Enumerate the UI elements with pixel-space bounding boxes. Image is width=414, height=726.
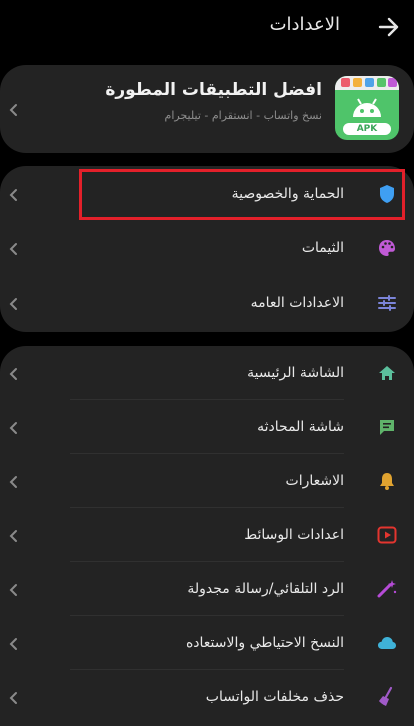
features-item-label: النسخ الاحتياطي والاستعاده [185,635,344,651]
palette-icon [376,237,398,259]
features-item-auto-reply[interactable]: الرد التلقائي/رسالة مجدولة [0,562,414,616]
chevron-left-icon [8,582,18,596]
home-icon [376,362,398,384]
features-item-cleanup[interactable]: حذف مخلفات الواتساب [0,670,414,724]
play-icon [376,524,398,546]
features-item-label: اعدادات الوسائط [244,527,344,543]
chat-icon [376,416,398,438]
app-name: افضل التطبيقات المطورة [105,80,322,100]
cloud-icon [376,632,398,654]
magic-wand-icon [376,578,398,600]
settings-item-themes[interactable]: الثيمات [0,221,414,275]
page-title: الاعدادات [269,14,340,35]
settings-item-label: الثيمات [301,240,344,256]
chevron-left-icon [8,690,18,704]
features-item-notifications[interactable]: الاشعارات [0,454,414,508]
app-profile-card[interactable]: APK افضل التطبيقات المطورة نسخ واتساب - … [0,65,414,153]
chevron-left-icon [8,296,18,310]
features-item-home[interactable]: الشاشة الرئيسية [0,346,414,400]
features-item-media[interactable]: اعدادات الوسائط [0,508,414,562]
features-item-label: الاشعارات [285,473,344,489]
chevron-left-icon [8,420,18,434]
app-subtitle: نسخ واتساب - انستقرام - تيليجرام [164,109,322,122]
chevron-left-icon [8,187,18,201]
app-header: الاعدادات [0,0,414,54]
chevron-left-icon [8,102,18,116]
settings-item-label: الاعدادات العامه [250,295,344,311]
chevron-left-icon [8,366,18,380]
features-item-chat[interactable]: شاشة المحادثه [0,400,414,454]
features-item-label: حذف مخلفات الواتساب [205,689,344,705]
features-item-backup[interactable]: النسخ الاحتياطي والاستعاده [0,616,414,670]
apk-badge: APK [343,123,391,135]
features-item-label: شاشة المحادثه [257,419,344,435]
broom-icon [376,686,398,708]
highlight-box [79,169,405,220]
features-item-label: الشاشة الرئيسية [247,365,344,381]
features-card: الشاشة الرئيسية شاشة المحادثه الاشعارات … [0,346,414,726]
bell-icon [376,470,398,492]
chevron-left-icon [8,241,18,255]
tune-icon [376,292,398,314]
chevron-left-icon [8,636,18,650]
chevron-left-icon [8,474,18,488]
app-logo: APK [335,76,399,140]
features-item-label: الرد التلقائي/رسالة مجدولة [187,581,344,597]
chevron-left-icon [8,528,18,542]
settings-item-general[interactable]: الاعدادات العامه [0,276,414,330]
back-arrow-icon[interactable] [376,16,400,38]
